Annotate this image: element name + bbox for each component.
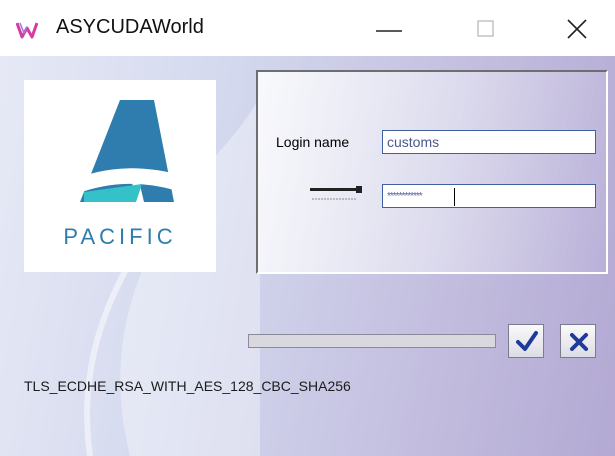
minimize-icon <box>376 30 402 32</box>
login-content: PACIFIC Login name customs ************ … <box>0 56 615 456</box>
login-window: ASYCUDAWorld PACIFIC Login name customs … <box>0 0 615 456</box>
maximize-button[interactable] <box>462 8 508 48</box>
text-cursor <box>454 188 455 206</box>
cancel-x-icon <box>570 333 588 351</box>
tls-cipher-status: TLS_ECDHE_RSA_WITH_AES_128_CBC_SHA256 <box>24 378 351 394</box>
close-button[interactable] <box>554 8 600 48</box>
title-bar[interactable]: ASYCUDAWorld <box>0 0 615 56</box>
password-key-icon <box>310 186 366 211</box>
pacific-logo: PACIFIC <box>24 80 216 272</box>
pacific-a-logo <box>68 100 184 202</box>
login-name-label: Login name <box>276 134 350 150</box>
progress-bar <box>248 334 496 348</box>
login-panel: Login name <box>256 70 608 274</box>
close-icon <box>567 19 587 39</box>
window-title: ASYCUDAWorld <box>56 16 204 38</box>
logo-text: PACIFIC <box>63 224 177 249</box>
asycuda-w-icon <box>15 20 39 40</box>
password-input[interactable] <box>382 184 596 208</box>
login-name-input[interactable] <box>382 130 596 154</box>
ok-button[interactable] <box>508 324 544 358</box>
cancel-button[interactable] <box>560 324 596 358</box>
minimize-button[interactable] <box>366 8 412 48</box>
maximize-icon <box>477 20 494 37</box>
checkmark-icon <box>516 331 538 351</box>
